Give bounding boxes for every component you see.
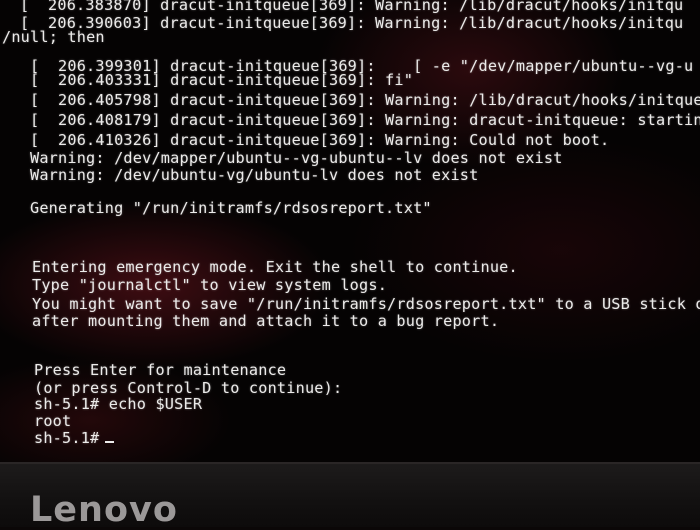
maintenance-prompt: (or press Control-D to continue): — [34, 379, 343, 397]
shell-prompt-text: sh-5.1# — [34, 429, 100, 447]
shell-command-line: sh-5.1# echo $USER — [34, 395, 203, 413]
log-line: [ 206.403331] dracut-initqueue[369]: fi" — [30, 71, 414, 89]
log-line: [ 206.408179] dracut-initqueue[369]: War… — [30, 111, 700, 129]
log-line: [ 206.383870] dracut-initqueue[369]: War… — [20, 0, 684, 14]
log-line: [ 206.405798] dracut-initqueue[369]: War… — [30, 91, 700, 109]
log-line: /null; then — [2, 28, 105, 46]
log-line: [ 206.390603] dracut-initqueue[369]: War… — [20, 14, 684, 32]
emergency-message: Entering emergency mode. Exit the shell … — [32, 258, 518, 276]
log-line: [ 206.410326] dracut-initqueue[369]: War… — [30, 131, 610, 149]
emergency-message: Type "journalctl" to view system logs. — [32, 276, 388, 294]
maintenance-prompt: Press Enter for maintenance — [34, 361, 287, 379]
shell-prompt[interactable]: sh-5.1# — [34, 429, 115, 447]
warning-line: Warning: /dev/mapper/ubuntu--vg-ubuntu--… — [30, 149, 563, 167]
status-line: Generating "/run/initramfs/rdsosreport.t… — [30, 199, 432, 217]
emergency-message: after mounting them and attach it to a b… — [32, 312, 500, 330]
emergency-message: You might want to save "/run/initramfs/r… — [32, 295, 700, 313]
monitor-screen: [ 206.383870] dracut-initqueue[369]: War… — [0, 0, 700, 462]
shell-output-line: root — [34, 412, 72, 430]
text-cursor — [105, 441, 115, 443]
brand-logo: Lenovo — [30, 490, 178, 530]
warning-line: Warning: /dev/ubuntu-vg/ubuntu-lv does n… — [30, 166, 479, 184]
